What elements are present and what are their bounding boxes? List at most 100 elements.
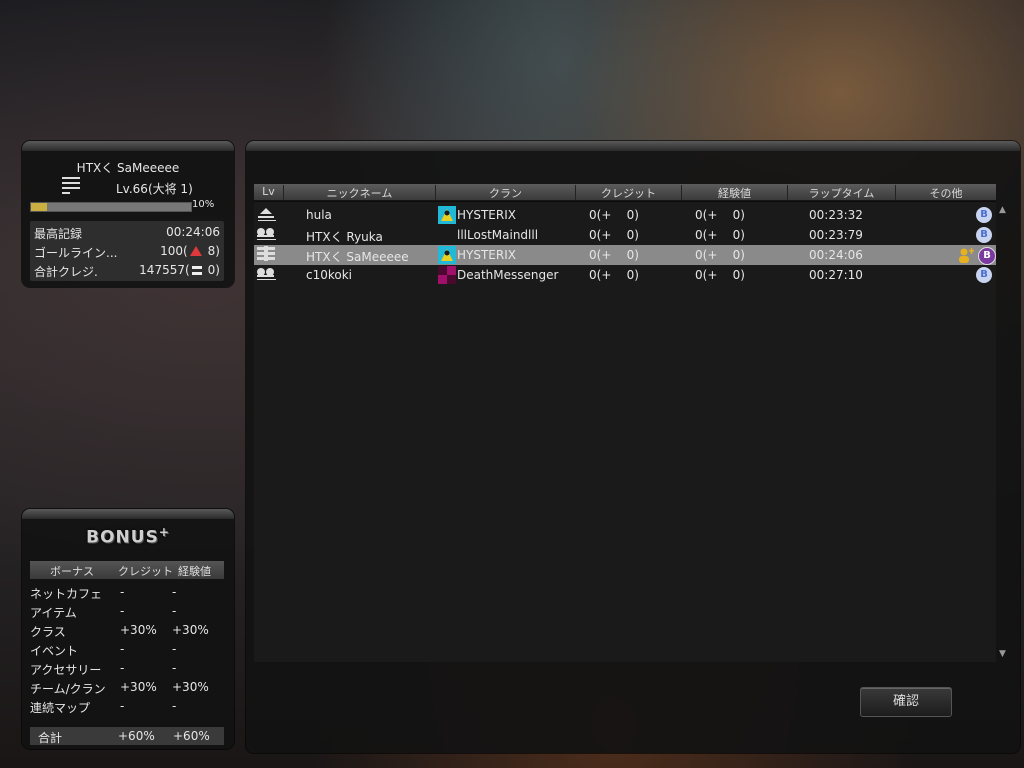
bonus-row: 連続マップ - - (30, 697, 224, 716)
clan-name: lllLostMaindlll (457, 228, 539, 242)
bonus-row-label: アクセサリー (30, 663, 102, 677)
player-nickname: HTXく Ryuka (306, 230, 383, 244)
header-credit: クレジット (576, 185, 682, 200)
b-badge-icon[interactable]: B (976, 227, 992, 243)
stat-value: 100( (160, 244, 188, 258)
player-name: HTXく SaMeeeee (76, 161, 180, 175)
rank-mid-icon (256, 226, 278, 245)
deathmessenger-clan-icon (438, 266, 456, 284)
stat-label: 合計クレジ. (34, 265, 98, 279)
xp-progress-fill (31, 203, 47, 211)
xp-percent: 10% (192, 199, 215, 210)
results-row[interactable]: HTXく Ryuka lllLostMaindlll 0(+ 0) 0(+ 0) 00:… (254, 225, 996, 245)
player-nickname: c10koki (306, 268, 353, 282)
bonus-row-label: イベント (30, 644, 79, 658)
bonus-row-credit: - (120, 699, 125, 713)
bonus-row-label: チーム/クラン (30, 682, 106, 696)
add-friend-icon[interactable] (958, 247, 974, 263)
bonus-total-row: 合計 +60% +60% (30, 727, 224, 745)
bonus-row-exp: - (172, 661, 177, 675)
rank-high-icon (256, 246, 278, 265)
player-summary-panel: HTXく SaMeeeee Lv.66(大将 1) 10% 最高記録 00:24… (22, 141, 234, 287)
header-nickname: ニックネーム (284, 185, 436, 200)
stat-value-group: 147557( 0) (139, 263, 220, 277)
hysterix-clan-icon (438, 246, 456, 264)
rank-low-icon (256, 206, 278, 225)
stat-value: 00:24:06 (166, 225, 220, 239)
exp-value: 0(+ 0) (695, 208, 745, 222)
bonus-plus: + (158, 525, 170, 539)
rank-mid-icon (256, 266, 278, 285)
results-row[interactable]: hula HYSTERIX 0(+ 0) 0(+ 0) 00:23:32 B (254, 205, 996, 225)
exp-value: 0(+ 0) (695, 228, 745, 242)
b-badge-icon[interactable]: B (976, 207, 992, 223)
bonus-table-header: ボーナス クレジット 経験値 (30, 561, 224, 579)
bonus-row-credit: +30% (120, 680, 157, 694)
bonus-title: BONUS (86, 527, 159, 548)
stat-change: 0) (207, 263, 220, 277)
confirm-button[interactable]: 確認 (860, 687, 952, 717)
results-row[interactable]: HTXく SaMeeeee HYSTERIX 0(+ 0) 0(+ 0) 00:24:0… (254, 245, 996, 265)
header-clan: クラン (436, 185, 576, 200)
b-circle-icon[interactable]: B (978, 247, 996, 265)
race-results-panel: Lv ニックネーム クラン クレジット 経験値 ラップタイム その他 hula H… (246, 141, 1020, 753)
player-nickname: hula (306, 208, 332, 222)
bonus-row: イベント - - (30, 640, 224, 659)
xp-progress-bar (30, 202, 192, 212)
b-badge-icon[interactable]: B (976, 267, 992, 283)
stat-value-group: 100( 8) (160, 244, 220, 258)
player-level: Lv.66(大将 1) (116, 182, 193, 196)
stat-change: 8) (207, 244, 220, 258)
up-triangle-icon (189, 246, 202, 256)
exp-value: 0(+ 0) (695, 248, 745, 262)
bonus-row: クラス +30% +30% (30, 621, 224, 640)
clan-name: DeathMessenger (457, 268, 559, 282)
scroll-up-arrow-icon[interactable]: ▲ (999, 205, 1006, 215)
clan-name: HYSTERIX (457, 248, 516, 262)
hysterix-clan-icon (438, 206, 456, 224)
bonus-row: アイテム - - (30, 602, 224, 621)
bonus-total-credit: +60% (118, 729, 155, 743)
rank-icon (62, 177, 82, 195)
results-table-body: hula HYSTERIX 0(+ 0) 0(+ 0) 00:23:32 B HTXく Ry… (254, 201, 996, 662)
results-table-header: Lv ニックネーム クラン クレジット 経験値 ラップタイム その他 (254, 184, 996, 200)
stat-label: ゴールライン... (34, 246, 118, 260)
credit-value: 0(+ 0) (589, 268, 639, 282)
header-level: Lv (254, 185, 284, 200)
bonus-panel: BONUS+ ボーナス クレジット 経験値 ネットカフェ - - アイテム - - クラス +… (22, 509, 234, 749)
header-lap-time: ラップタイム (788, 185, 896, 200)
bonus-total-label: 合計 (38, 731, 63, 745)
results-row[interactable]: c10koki DeathMessenger 0(+ 0) 0(+ 0) 00:27:1… (254, 265, 996, 285)
credit-value: 0(+ 0) (589, 208, 639, 222)
bonus-row-credit: - (120, 585, 125, 599)
panel-header-bar (22, 509, 234, 519)
bonus-row-label: クラス (30, 625, 66, 639)
bonus-row-exp: - (172, 604, 177, 618)
bonus-row: チーム/クラン +30% +30% (30, 678, 224, 697)
lap-time: 00:23:32 (809, 208, 863, 222)
stat-row-goal-line: ゴールライン... 100( 8) (34, 242, 220, 260)
clan-name: HYSTERIX (457, 208, 516, 222)
bonus-row-credit: +30% (120, 623, 157, 637)
bonus-row-label: ネットカフェ (30, 587, 103, 601)
lap-time: 00:24:06 (809, 248, 863, 262)
bonus-logo: BONUS+ (22, 525, 234, 548)
bonus-total-exp: +60% (173, 729, 210, 743)
exp-value: 0(+ 0) (695, 268, 745, 282)
lap-time: 00:23:79 (809, 228, 863, 242)
bonus-row-exp: +30% (172, 623, 209, 637)
header-other: その他 (929, 187, 963, 200)
bonus-row: ネットカフェ - - (30, 583, 224, 602)
player-nickname: HTXく SaMeeeee (306, 250, 409, 264)
bonus-row-exp: - (172, 642, 177, 656)
bonus-row-label: アイテム (30, 606, 77, 620)
panel-header-bar (22, 141, 234, 151)
bonus-row-credit: - (120, 604, 125, 618)
player-stats-box: 最高記録 00:24:06 ゴールライン... 100( 8) 合計クレジ. 14… (30, 221, 224, 281)
credit-value: 0(+ 0) (589, 248, 639, 262)
lap-time: 00:27:10 (809, 268, 863, 282)
stat-value: 147557( (139, 263, 190, 277)
scroll-down-arrow-icon[interactable]: ▼ (999, 649, 1006, 659)
bonus-header-bonus: ボーナス (50, 565, 94, 578)
stat-label: 最高記録 (34, 227, 83, 241)
